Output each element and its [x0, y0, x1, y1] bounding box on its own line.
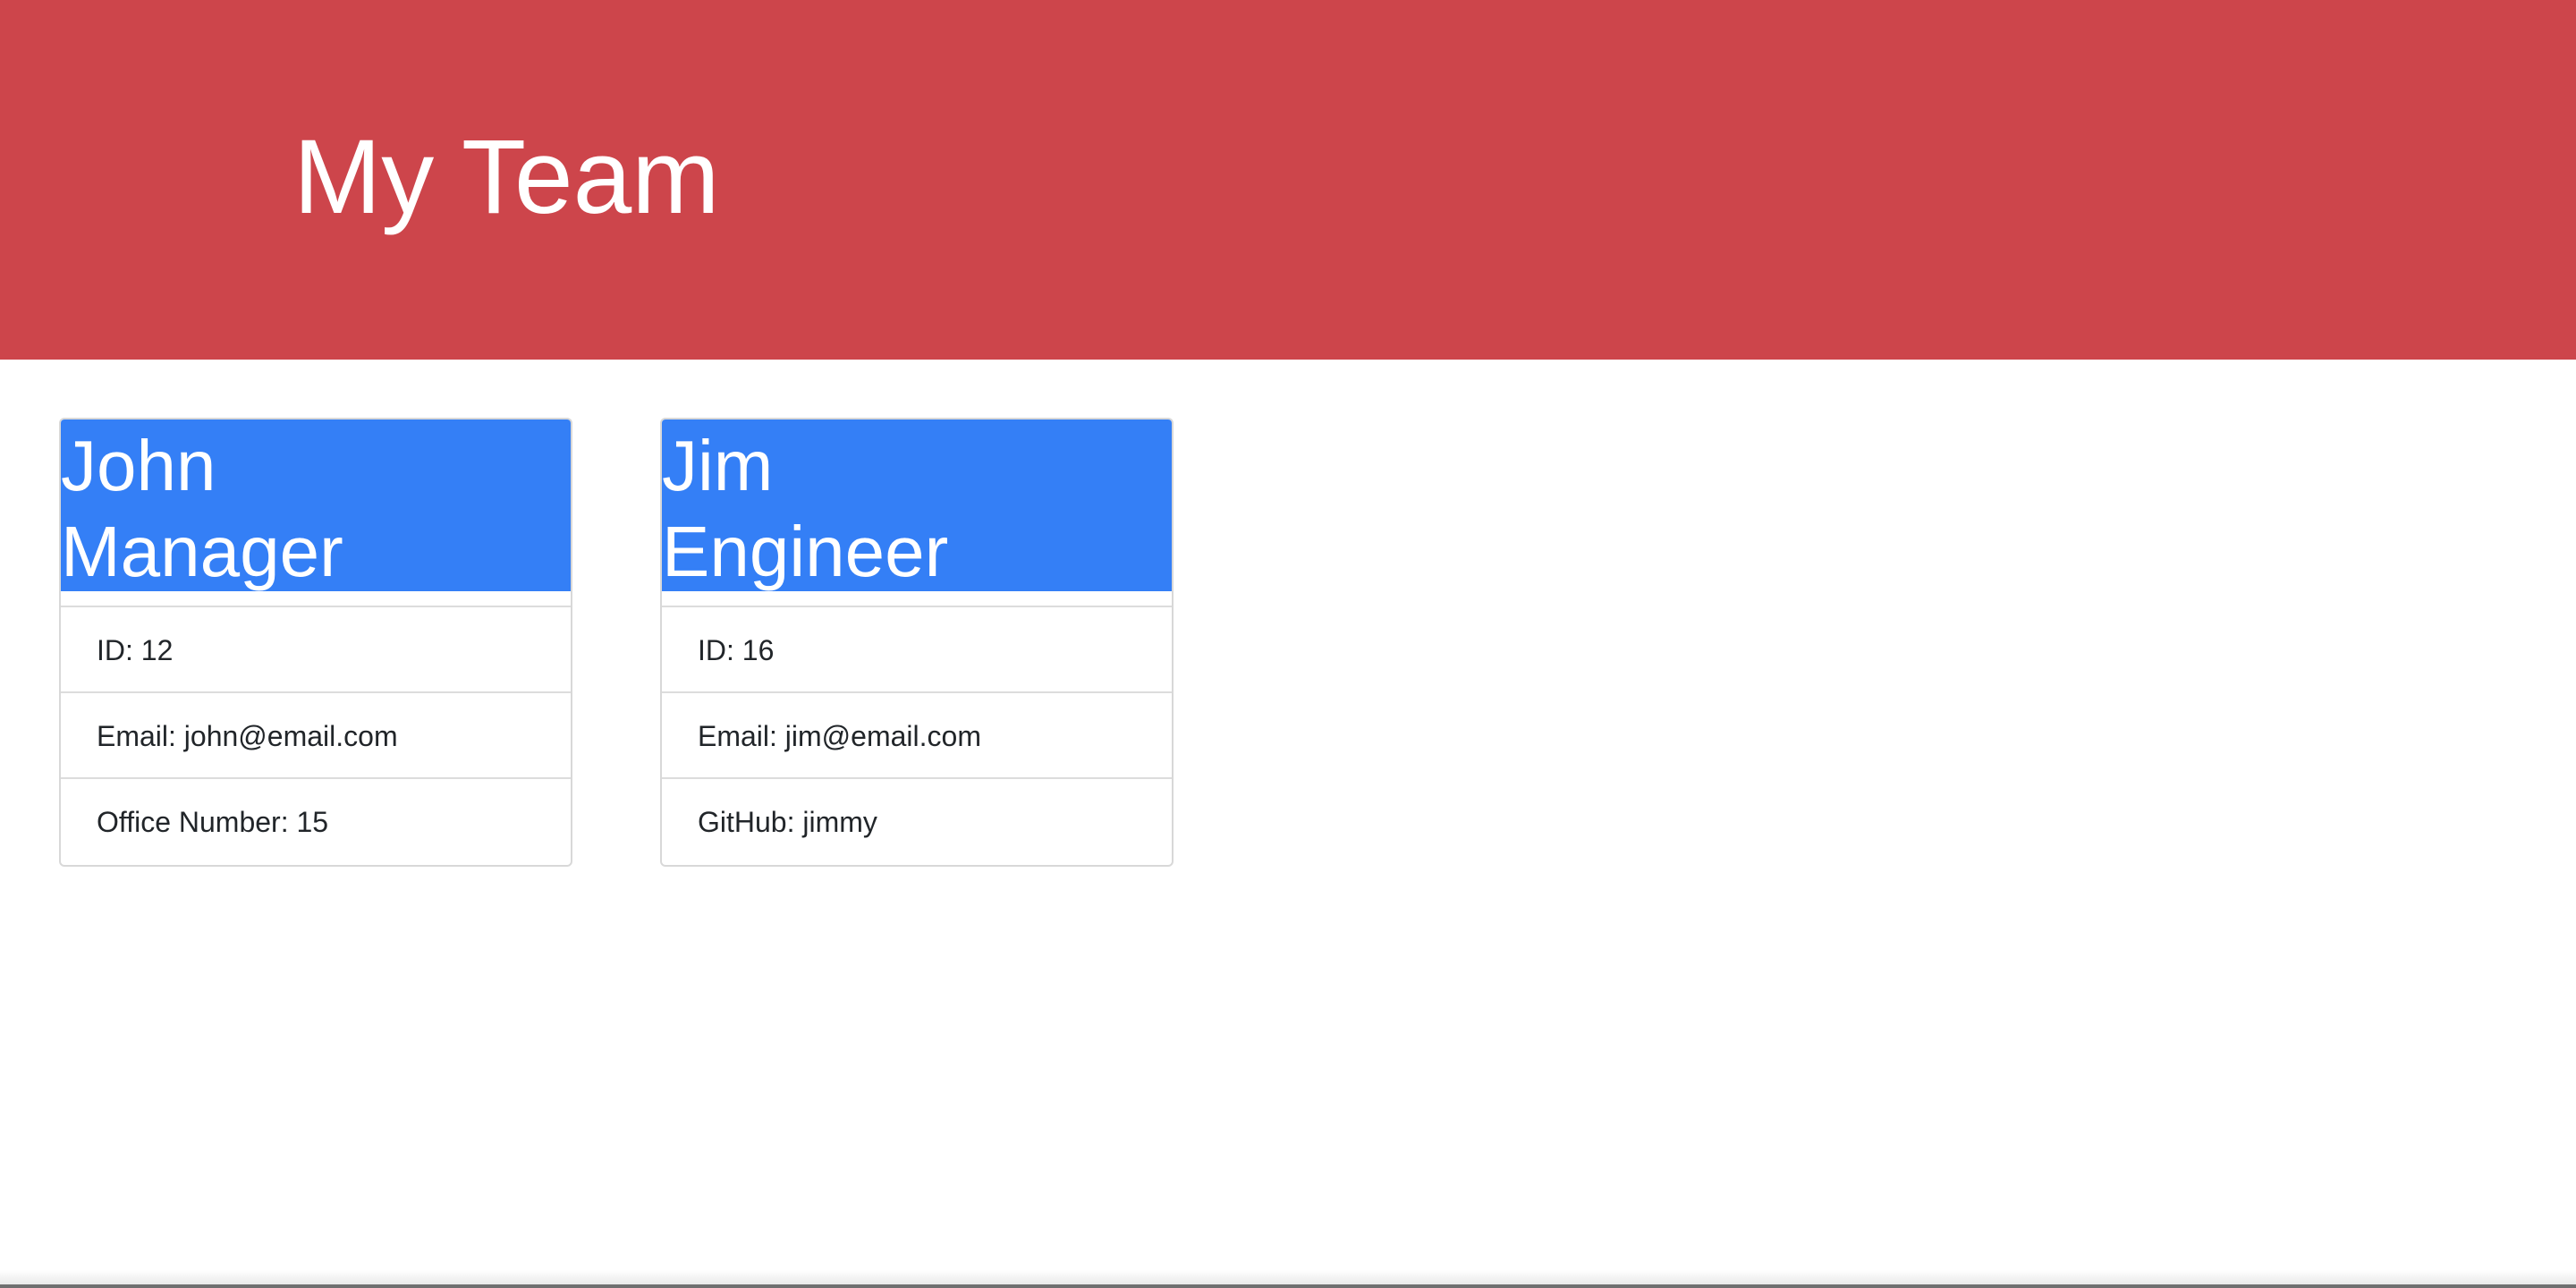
employee-role: Engineer — [662, 512, 949, 591]
employee-email: Email: jim@email.com — [662, 693, 1172, 779]
card-header: John Manager — [61, 419, 571, 591]
employee-id: ID: 16 — [662, 607, 1172, 693]
page-header: My Team — [0, 0, 2576, 360]
card-header: Jim Engineer — [662, 419, 1172, 591]
employee-card: John Manager ID: 12 Email: john@email.co… — [59, 418, 572, 867]
page-title: My Team — [293, 118, 720, 236]
employee-name: Jim — [662, 426, 774, 505]
employee-github: GitHub: jimmy — [698, 806, 877, 838]
employee-email: Email: john@email.com — [61, 693, 571, 779]
employee-name: John — [61, 426, 216, 505]
employee-id: ID: 12 — [61, 607, 571, 693]
window-bottom-edge — [0, 1284, 2576, 1288]
employee-role: Manager — [61, 512, 343, 591]
employee-office-number: Office Number: 15 — [97, 806, 329, 838]
employee-card: Jim Engineer ID: 16 Email: jim@email.com… — [660, 418, 1174, 867]
